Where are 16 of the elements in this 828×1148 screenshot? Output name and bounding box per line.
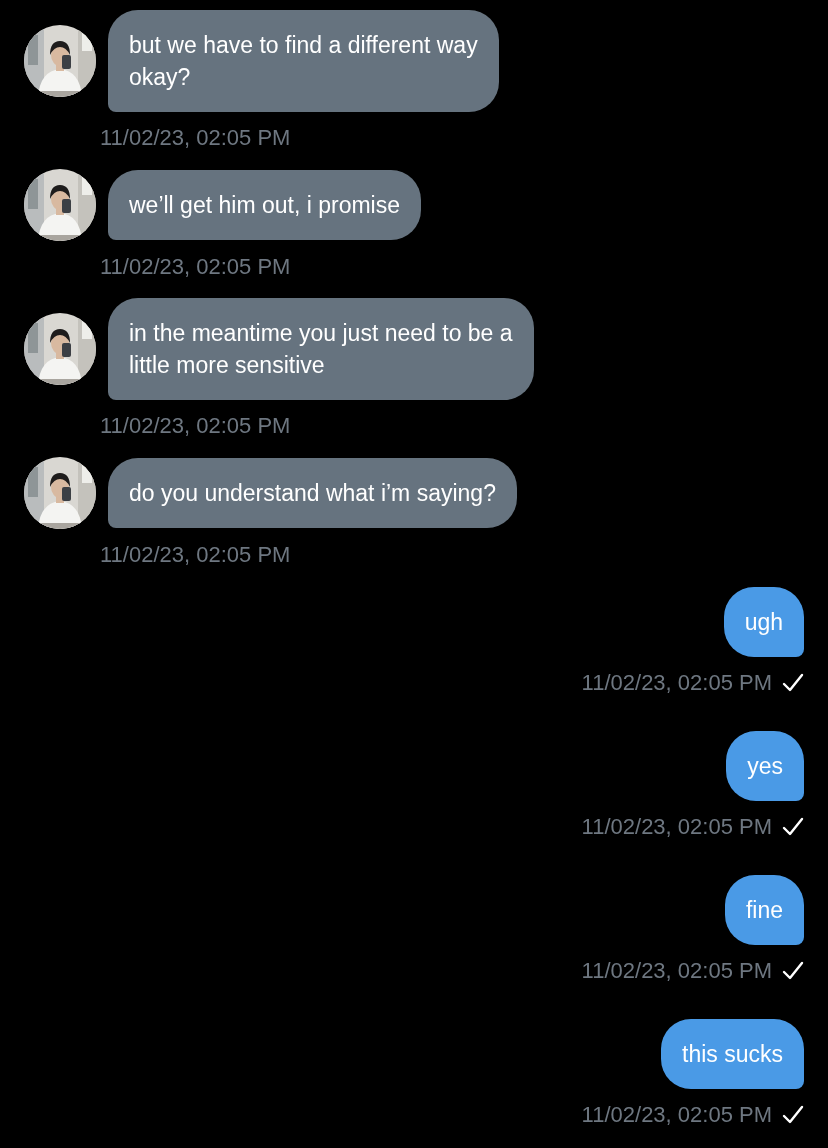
timestamp: 11/02/23, 02:05 PM — [100, 125, 291, 151]
message-bubble: this sucks — [661, 1019, 804, 1089]
timestamp: 11/02/23, 02:05 PM — [100, 254, 291, 280]
timestamp: 11/02/23, 02:05 PM — [100, 413, 291, 439]
timestamp: 11/02/23, 02:05 PM — [581, 1102, 772, 1128]
message-bubble: but we have to find a different way okay? — [108, 10, 499, 112]
message-bubble: fine — [724, 875, 804, 945]
message-bubble: in the meantime you just need to be a little more sensitive — [108, 298, 534, 400]
timestamp: 11/02/23, 02:05 PM — [100, 542, 291, 568]
message-bubble: ugh — [723, 587, 804, 657]
message-bubble: do you understand what i’m saying? — [108, 458, 517, 528]
message-bubble: yes — [726, 731, 804, 801]
timestamp: 11/02/23, 02:05 PM — [581, 958, 772, 984]
timestamp: 11/02/23, 02:05 PM — [581, 670, 772, 696]
timestamp: 11/02/23, 02:05 PM — [581, 814, 772, 840]
message-bubble: we’ll get him out, i promise — [108, 170, 421, 240]
